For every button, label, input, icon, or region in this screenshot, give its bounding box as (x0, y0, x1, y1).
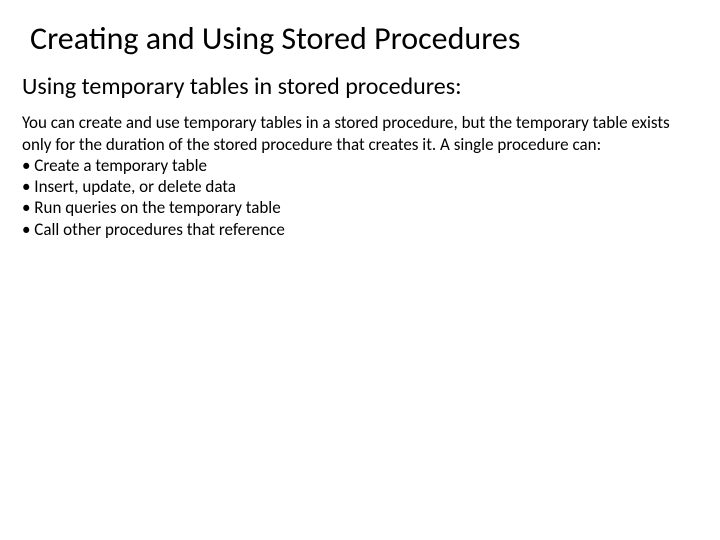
bullet-item: • Call other procedures that reference (22, 219, 698, 240)
bullet-item: • Run queries on the temporary table (22, 197, 698, 218)
intro-paragraph: You can create and use temporary tables … (22, 112, 698, 155)
body-content: You can create and use temporary tables … (22, 112, 698, 240)
page-title: Creating and Using Stored Procedures (30, 20, 698, 58)
bullet-item: • Create a temporary table (22, 155, 698, 176)
section-subheading: Using temporary tables in stored procedu… (22, 72, 698, 102)
bullet-item: • Insert, update, or delete data (22, 176, 698, 197)
